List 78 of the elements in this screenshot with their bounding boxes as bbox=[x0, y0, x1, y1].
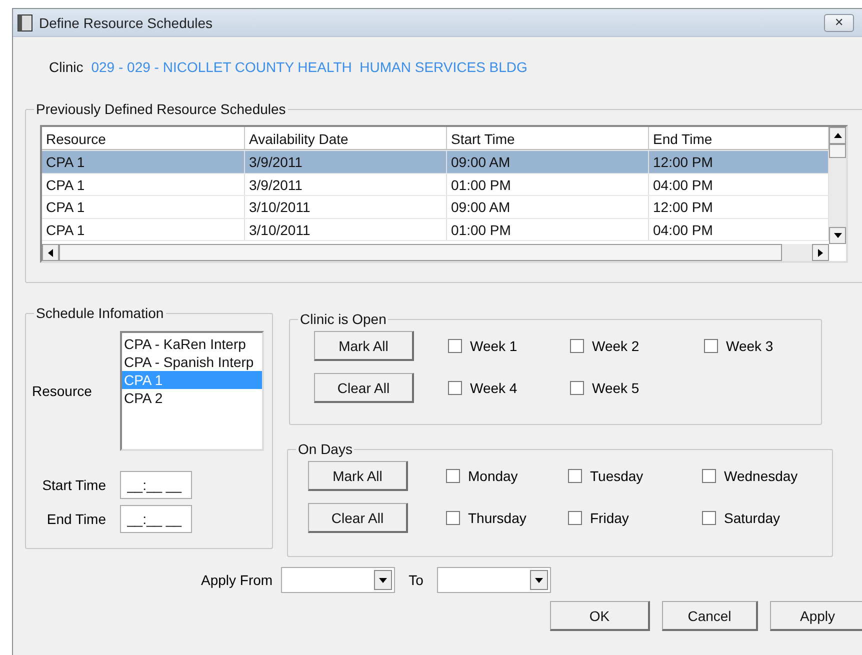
checkbox-option[interactable]: Friday bbox=[568, 510, 702, 526]
table-cell: 3/9/2011 bbox=[245, 174, 447, 195]
clinic-name: 029 - 029 - NICOLLET COUNTY HEALTH HUMAN SERVICES BLDG bbox=[91, 59, 528, 77]
resource-label: Resource bbox=[32, 383, 93, 399]
dropdown-arrow-icon bbox=[378, 576, 388, 584]
table-cell: 3/9/2011 bbox=[245, 151, 447, 172]
start-time-label: Start Time bbox=[41, 476, 107, 493]
checkbox-option[interactable]: Week 5 bbox=[570, 380, 704, 396]
list-item[interactable]: CPA 2 bbox=[122, 389, 262, 407]
column-header[interactable]: Start Time bbox=[447, 127, 649, 150]
checkbox-option[interactable]: Week 3 bbox=[704, 338, 821, 354]
table-row[interactable]: CPA 1 3/10/2011 09:00 AM 12:00 PM bbox=[42, 196, 829, 218]
mark-all-button[interactable]: Mark All bbox=[308, 461, 408, 491]
checkbox[interactable] bbox=[448, 339, 462, 353]
up-arrow-icon bbox=[832, 132, 842, 139]
list-item[interactable]: CPA - Spanish Interp bbox=[122, 353, 262, 371]
clinic-label: Clinic bbox=[49, 59, 84, 77]
table-cell: 3/10/2011 bbox=[245, 218, 447, 240]
scroll-thumb[interactable] bbox=[829, 144, 846, 158]
group-title: On Days bbox=[297, 441, 354, 457]
resource-list[interactable]: CPA - KaRen Interp CPA - Spanish Interp CPA 1 CPA 2 bbox=[120, 331, 264, 451]
dialog-button[interactable]: OK bbox=[550, 601, 650, 631]
checkbox-option[interactable]: Saturday bbox=[702, 510, 832, 526]
dropdown-arrow-icon bbox=[534, 576, 544, 584]
vertical-scrollbar[interactable] bbox=[829, 127, 846, 244]
table-cell: 3/10/2011 bbox=[245, 196, 447, 218]
checkbox-option[interactable]: Monday bbox=[446, 468, 568, 484]
table-row[interactable]: CPA 1 3/9/2011 01:00 PM 04:00 PM bbox=[42, 174, 829, 196]
column-header[interactable]: Resource bbox=[42, 127, 245, 150]
group-title: Previously Defined Resource Schedules bbox=[35, 101, 287, 117]
checkbox-option[interactable]: Thursday bbox=[446, 510, 568, 526]
checkbox[interactable] bbox=[446, 469, 460, 483]
down-arrow-icon bbox=[832, 232, 842, 239]
table-cell: 09:00 AM bbox=[447, 196, 649, 218]
column-header[interactable]: Availability Date bbox=[245, 127, 447, 150]
checkbox[interactable] bbox=[570, 381, 584, 395]
checkbox[interactable] bbox=[704, 339, 718, 353]
checkbox[interactable] bbox=[568, 469, 582, 483]
table-cell: 09:00 AM bbox=[447, 151, 649, 172]
window-icon bbox=[17, 14, 33, 32]
end-time-field[interactable]: __:__ __ bbox=[120, 505, 192, 533]
dialog-button[interactable]: Cancel bbox=[662, 601, 758, 631]
table-cell: CPA 1 bbox=[42, 196, 245, 218]
checkbox[interactable] bbox=[702, 511, 716, 525]
mark-all-button[interactable]: Mark All bbox=[314, 331, 414, 361]
checkbox-option[interactable]: Week 2 bbox=[570, 338, 704, 354]
apply-to-dropdown[interactable] bbox=[437, 567, 552, 593]
left-arrow-icon bbox=[47, 248, 54, 258]
table-cell: CPA 1 bbox=[42, 174, 245, 195]
start-time-field[interactable]: __:__ __ bbox=[120, 471, 192, 499]
checkbox[interactable] bbox=[568, 511, 582, 525]
table-row[interactable]: CPA 1 3/9/2011 09:00 AM 12:00 PM bbox=[42, 151, 829, 174]
checkbox-option[interactable]: Week 4 bbox=[448, 380, 570, 396]
end-time-label: End Time bbox=[46, 511, 107, 527]
apply-from-dropdown[interactable] bbox=[280, 567, 395, 593]
checkbox[interactable] bbox=[702, 469, 716, 483]
dialog-button[interactable]: Apply bbox=[770, 601, 862, 631]
table-row[interactable]: CPA 1 3/10/2011 01:00 PM 04:00 PM bbox=[42, 218, 829, 241]
close-button[interactable]: ✕ bbox=[824, 14, 854, 32]
list-item[interactable]: CPA - KaRen Interp bbox=[122, 335, 262, 353]
clear-all-button[interactable]: Clear All bbox=[308, 503, 408, 533]
checkbox[interactable] bbox=[446, 511, 460, 525]
right-arrow-icon bbox=[817, 248, 824, 258]
table-cell: CPA 1 bbox=[42, 151, 245, 172]
checkbox-option[interactable]: Tuesday bbox=[568, 468, 702, 484]
checkbox-option[interactable]: Week 1 bbox=[448, 338, 570, 354]
table-cell: 01:00 PM bbox=[447, 218, 649, 240]
table-cell: CPA 1 bbox=[42, 218, 245, 240]
table-cell: 01:00 PM bbox=[447, 174, 649, 195]
checkbox[interactable] bbox=[448, 381, 462, 395]
to-label: To bbox=[408, 572, 424, 588]
apply-from-label: Apply From bbox=[201, 572, 273, 588]
window-title: Define Resource Schedules bbox=[39, 14, 214, 30]
checkbox[interactable] bbox=[570, 339, 584, 353]
group-title: Clinic is Open bbox=[299, 311, 388, 327]
clear-all-button[interactable]: Clear All bbox=[314, 373, 414, 403]
checkbox-option[interactable]: Wednesday bbox=[702, 468, 832, 484]
group-title: Schedule Infomation bbox=[35, 305, 165, 321]
